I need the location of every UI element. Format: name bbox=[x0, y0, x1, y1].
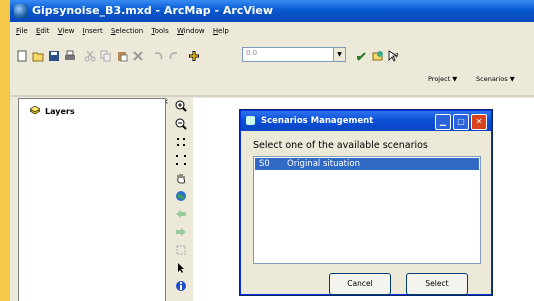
menu-bar: File Edit View Insert Selection Tools Wi… bbox=[10, 22, 534, 41]
svg-text:?: ? bbox=[395, 52, 399, 60]
tools-toolbar bbox=[170, 98, 192, 301]
delete-icon[interactable] bbox=[132, 47, 144, 61]
scenario-code: S0 bbox=[259, 159, 270, 169]
chevron-down-icon[interactable]: ▼ bbox=[333, 48, 345, 61]
print-icon[interactable] bbox=[64, 47, 76, 60]
undo-icon[interactable] bbox=[152, 47, 164, 60]
menu-window[interactable]: Window bbox=[177, 22, 205, 41]
paste-icon[interactable] bbox=[116, 47, 128, 62]
go-back-extent-icon[interactable] bbox=[175, 208, 187, 220]
menu-help[interactable]: Help bbox=[213, 22, 229, 41]
menu-file[interactable]: File bbox=[16, 22, 28, 41]
scenarios-list[interactable]: S0 Original situation bbox=[253, 156, 481, 264]
title-bar: Gipsynoise_B3.mxd - ArcMap - ArcView bbox=[10, 0, 534, 22]
new-document-icon[interactable] bbox=[16, 47, 28, 62]
arcmap-app-icon bbox=[14, 4, 28, 18]
menu-insert[interactable]: Insert bbox=[83, 22, 103, 41]
cancel-button[interactable]: Cancel bbox=[329, 273, 391, 295]
layers-icon bbox=[30, 106, 40, 115]
extension-toolbar: Project ▼ Scenarios ▼ bbox=[10, 67, 534, 95]
identify-icon[interactable] bbox=[175, 280, 187, 292]
redo-icon[interactable] bbox=[168, 47, 180, 60]
open-folder-icon[interactable] bbox=[32, 47, 44, 62]
zoom-in-icon[interactable] bbox=[175, 100, 187, 112]
arccatalog-icon[interactable] bbox=[372, 47, 384, 61]
pan-hand-icon[interactable] bbox=[175, 172, 187, 184]
close-icon[interactable]: ✕ bbox=[471, 114, 487, 130]
map-scale-combo[interactable]: 0.0 ▼ bbox=[242, 47, 346, 62]
maximize-icon[interactable]: □ bbox=[453, 114, 469, 130]
minimize-icon[interactable]: ▁ bbox=[435, 114, 451, 130]
layers-node[interactable]: Layers bbox=[30, 106, 75, 116]
arcmap-window: Gipsynoise_B3.mxd - ArcMap - ArcView Fil… bbox=[10, 0, 534, 301]
fixed-zoom-out-icon[interactable] bbox=[175, 154, 187, 166]
project-menu-button[interactable]: Project ▼ bbox=[428, 75, 457, 83]
go-forward-extent-icon[interactable] bbox=[175, 226, 187, 238]
dialog-title: Scenarios Management bbox=[261, 116, 374, 126]
list-item[interactable]: S0 Original situation bbox=[255, 158, 479, 170]
dialog-prompt: Select one of the available scenarios bbox=[253, 140, 428, 151]
whats-this-help-icon[interactable]: ? bbox=[388, 47, 400, 62]
full-extent-globe-icon[interactable] bbox=[175, 190, 187, 202]
table-of-contents: Layers bbox=[18, 98, 166, 301]
map-scale-value: 0.0 bbox=[246, 49, 258, 57]
toolbar-divider bbox=[10, 95, 534, 97]
select-button[interactable]: Select bbox=[406, 273, 468, 295]
menu-view[interactable]: View bbox=[58, 22, 75, 41]
fixed-zoom-in-icon[interactable] bbox=[175, 136, 187, 148]
select-arrow-icon[interactable] bbox=[175, 262, 187, 274]
standard-toolbar: 0.0 ▼ ? bbox=[10, 41, 534, 68]
editor-toolbar-icon[interactable] bbox=[356, 47, 368, 61]
dialog-app-icon bbox=[246, 116, 255, 125]
copy-icon[interactable] bbox=[100, 47, 112, 62]
zoom-out-icon[interactable] bbox=[175, 118, 187, 130]
menu-tools[interactable]: Tools bbox=[151, 22, 168, 41]
cut-icon[interactable] bbox=[84, 47, 96, 62]
scenarios-management-dialog: Scenarios Management ▁ □ ✕ Select one of… bbox=[240, 110, 492, 295]
dialog-title-bar: Scenarios Management ▁ □ ✕ bbox=[241, 111, 491, 131]
add-data-icon[interactable] bbox=[188, 47, 200, 61]
menu-selection[interactable]: Selection bbox=[111, 22, 143, 41]
menu-edit[interactable]: Edit bbox=[36, 22, 50, 41]
scenario-description: Original situation bbox=[287, 159, 360, 169]
save-icon[interactable] bbox=[48, 47, 60, 61]
select-elements-icon[interactable] bbox=[175, 244, 187, 256]
layers-label: Layers bbox=[45, 107, 75, 116]
scenarios-menu-button[interactable]: Scenarios ▼ bbox=[476, 75, 515, 83]
window-title: Gipsynoise_B3.mxd - ArcMap - ArcView bbox=[32, 4, 274, 17]
